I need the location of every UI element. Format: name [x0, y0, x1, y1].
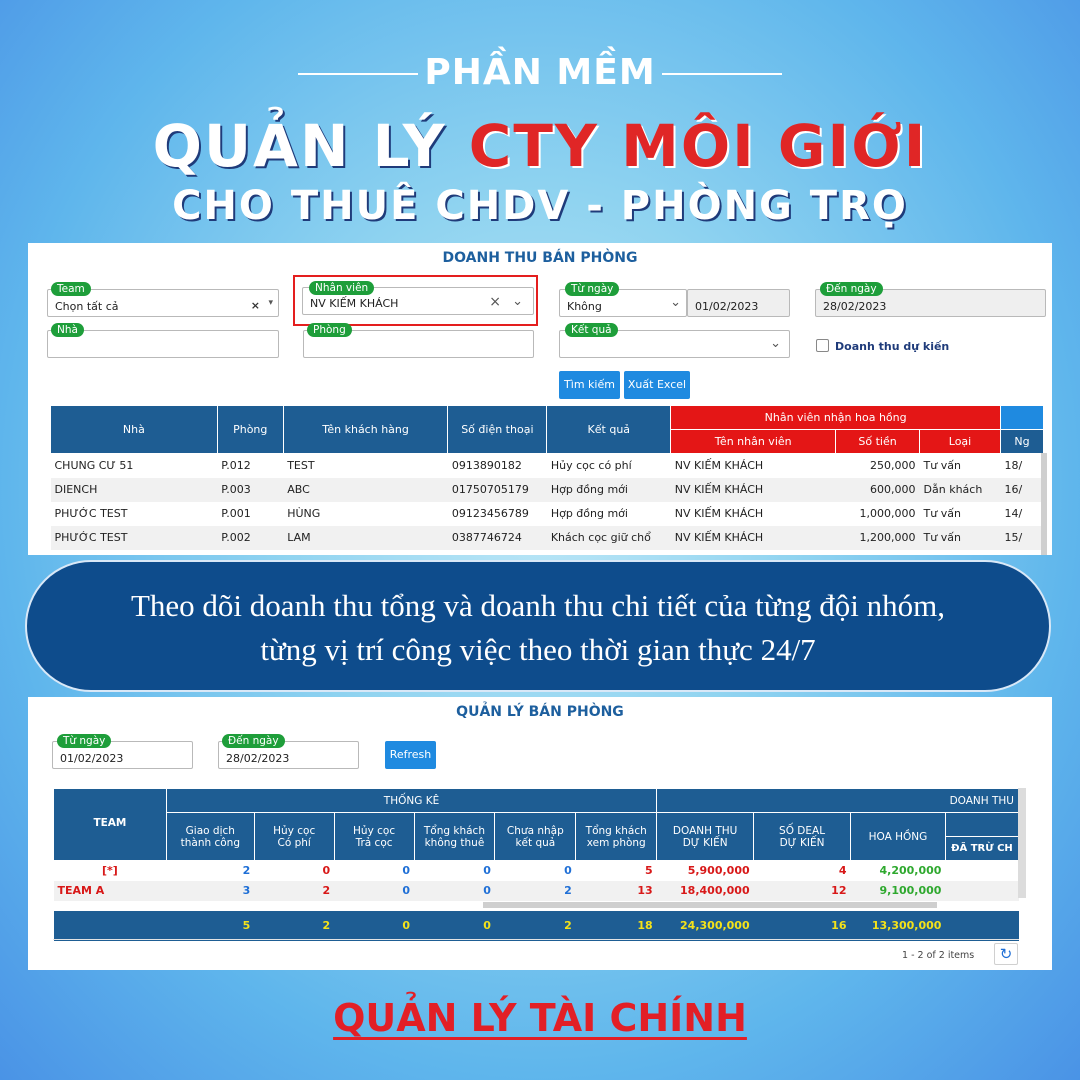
horizontal-scrollbar[interactable] [483, 902, 937, 908]
from-date-label: Từ ngày [57, 734, 112, 748]
col-no-rent[interactable]: Tổng khách không thuê [413, 812, 496, 861]
col-extra[interactable]: Ng [999, 429, 1045, 454]
main-title-highlight: CTY MÔI GIỚI [468, 112, 928, 180]
col-result[interactable]: Kết quả [546, 405, 672, 454]
to-date-label: Đến ngày [222, 734, 285, 748]
table-row[interactable]: DIENCH P.003 ABC 01750705179 Hợp đồng mới NV … [50, 477, 1044, 502]
total-row: 5 2 0 0 2 18 24,300,000 16 13,300,000 [53, 910, 1019, 941]
refresh-button[interactable]: Refresh [385, 741, 436, 769]
from-date-input[interactable]: 01/02/2023 [687, 289, 790, 317]
col-expected-deals[interactable]: SỐ DEAL DỰ KIẾN [753, 812, 851, 861]
table-row[interactable]: CHUNG CƯ 51 P.012 TEST 0913890182 Hủy cọc có… [51, 454, 1044, 478]
close-icon[interactable]: × [251, 299, 260, 312]
col-group-commission: Nhân viên nhận hoa hồng [670, 405, 1001, 430]
feature-banner: Theo dõi doanh thu tổng và doanh thu chi… [25, 560, 1051, 692]
divider-right [661, 73, 782, 75]
divider-left [298, 73, 419, 75]
room-label: Phòng [307, 323, 352, 337]
col-phone[interactable]: Số điện thoại [447, 405, 548, 454]
col-deducted[interactable]: ĐÃ TRỪ CH [944, 836, 1020, 861]
col-cancel-fee[interactable]: Hủy cọc Có phí [253, 812, 335, 861]
col-deals[interactable]: Giao dịch thành công [165, 812, 255, 861]
sales-panel: QUẢN LÝ BÁN PHÒNG 01/02/2023 Từ ngày 28/… [28, 697, 1052, 970]
refresh-icon[interactable]: ↻ [994, 943, 1018, 965]
col-group-extra [999, 405, 1045, 430]
subtitle: CHO THUÊ CHDV - PHÒNG TRỌ [172, 183, 908, 229]
banner-line-2: từng vị trí công việc theo thời gian thự… [260, 632, 816, 667]
expected-revenue-checkbox[interactable] [816, 339, 829, 352]
col-expected-revenue[interactable]: DOANH THU DỰ KIẾN [656, 812, 755, 861]
team-label: Team [51, 282, 91, 296]
table-row[interactable]: PHƯỚC TEST P.002 LAM 0387746724 Khách cọc gi… [50, 525, 1044, 550]
pager-divider [53, 939, 1019, 940]
col-group-revenue: DOANH THU [656, 788, 1019, 813]
vertical-scrollbar[interactable] [1041, 453, 1047, 555]
col-team[interactable]: TEAM [53, 788, 167, 861]
vertical-scrollbar[interactable] [1018, 788, 1026, 898]
col-commission[interactable]: HOA HỒNG [849, 812, 946, 861]
chevron-down-icon[interactable]: ⌄ [670, 295, 681, 310]
search-button[interactable]: Tìm kiếm [559, 371, 620, 399]
result-label: Kết quả [565, 323, 618, 337]
house-label: Nhà [51, 323, 84, 337]
export-excel-button[interactable]: Xuất Excel [624, 371, 690, 399]
col-deducted-top [944, 812, 1020, 837]
col-viewing[interactable]: Tổng khách xem phòng [575, 812, 658, 861]
table-row[interactable]: TEAM A 3 2 0 0 2 13 18,400,000 12 9,100,… [53, 880, 1019, 901]
col-group-stats: THỐNG KÊ [165, 788, 658, 813]
footer-title: QUẢN LÝ TÀI CHÍNH [333, 996, 747, 1040]
revenue-table: Nhà Phòng Tên khách hàng Số điện thoại K… [50, 405, 1045, 550]
pager-info: 1 - 2 of 2 items [902, 950, 975, 961]
chevron-down-icon[interactable]: ▾ [268, 298, 273, 308]
col-cancel-refund[interactable]: Hủy cọc Trả cọc [333, 812, 415, 861]
to-date-label: Đến ngày [820, 282, 883, 296]
col-staff-name[interactable]: Tên nhân viên [670, 429, 837, 454]
table-row[interactable]: [*] 2 0 0 0 0 5 5,900,000 4 4,200,000 [54, 861, 1019, 881]
col-customer[interactable]: Tên khách hàng [282, 405, 449, 454]
col-amount[interactable]: Số tiền [835, 429, 921, 454]
col-type[interactable]: Loại [919, 429, 1001, 454]
col-house[interactable]: Nhà [50, 405, 218, 454]
table-row[interactable]: PHƯỚC TEST P.001 HÙNG 09123456789 Hợp đồng m… [51, 502, 1044, 526]
from-date-label: Từ ngày [565, 282, 620, 296]
main-title-prefix: QUẢN LÝ [152, 112, 469, 180]
col-room[interactable]: Phòng [216, 405, 284, 454]
panel-title: DOANH THU BÁN PHÒNG [442, 250, 638, 266]
chevron-down-icon[interactable]: ⌄ [770, 336, 781, 351]
revenue-panel: DOANH THU BÁN PHÒNG Chọn tất cả × ▾ Team… [28, 243, 1052, 555]
staff-highlight-box [293, 275, 538, 326]
team-sales-table: TEAM THỐNG KÊ DOANH THU Giao dịch thành c… [53, 788, 1020, 941]
col-no-result[interactable]: Chưa nhập kết quả [494, 812, 577, 861]
main-title: QUẢN LÝ CTY MÔI GIỚI [0, 112, 1080, 180]
banner-line-1: Theo dõi doanh thu tổng và doanh thu chi… [130, 588, 946, 623]
software-label: PHẦN MỀM [0, 52, 1080, 93]
expected-revenue-label: Doanh thu dự kiến [835, 340, 950, 353]
panel-title: QUẢN LÝ BÁN PHÒNG [456, 704, 624, 720]
